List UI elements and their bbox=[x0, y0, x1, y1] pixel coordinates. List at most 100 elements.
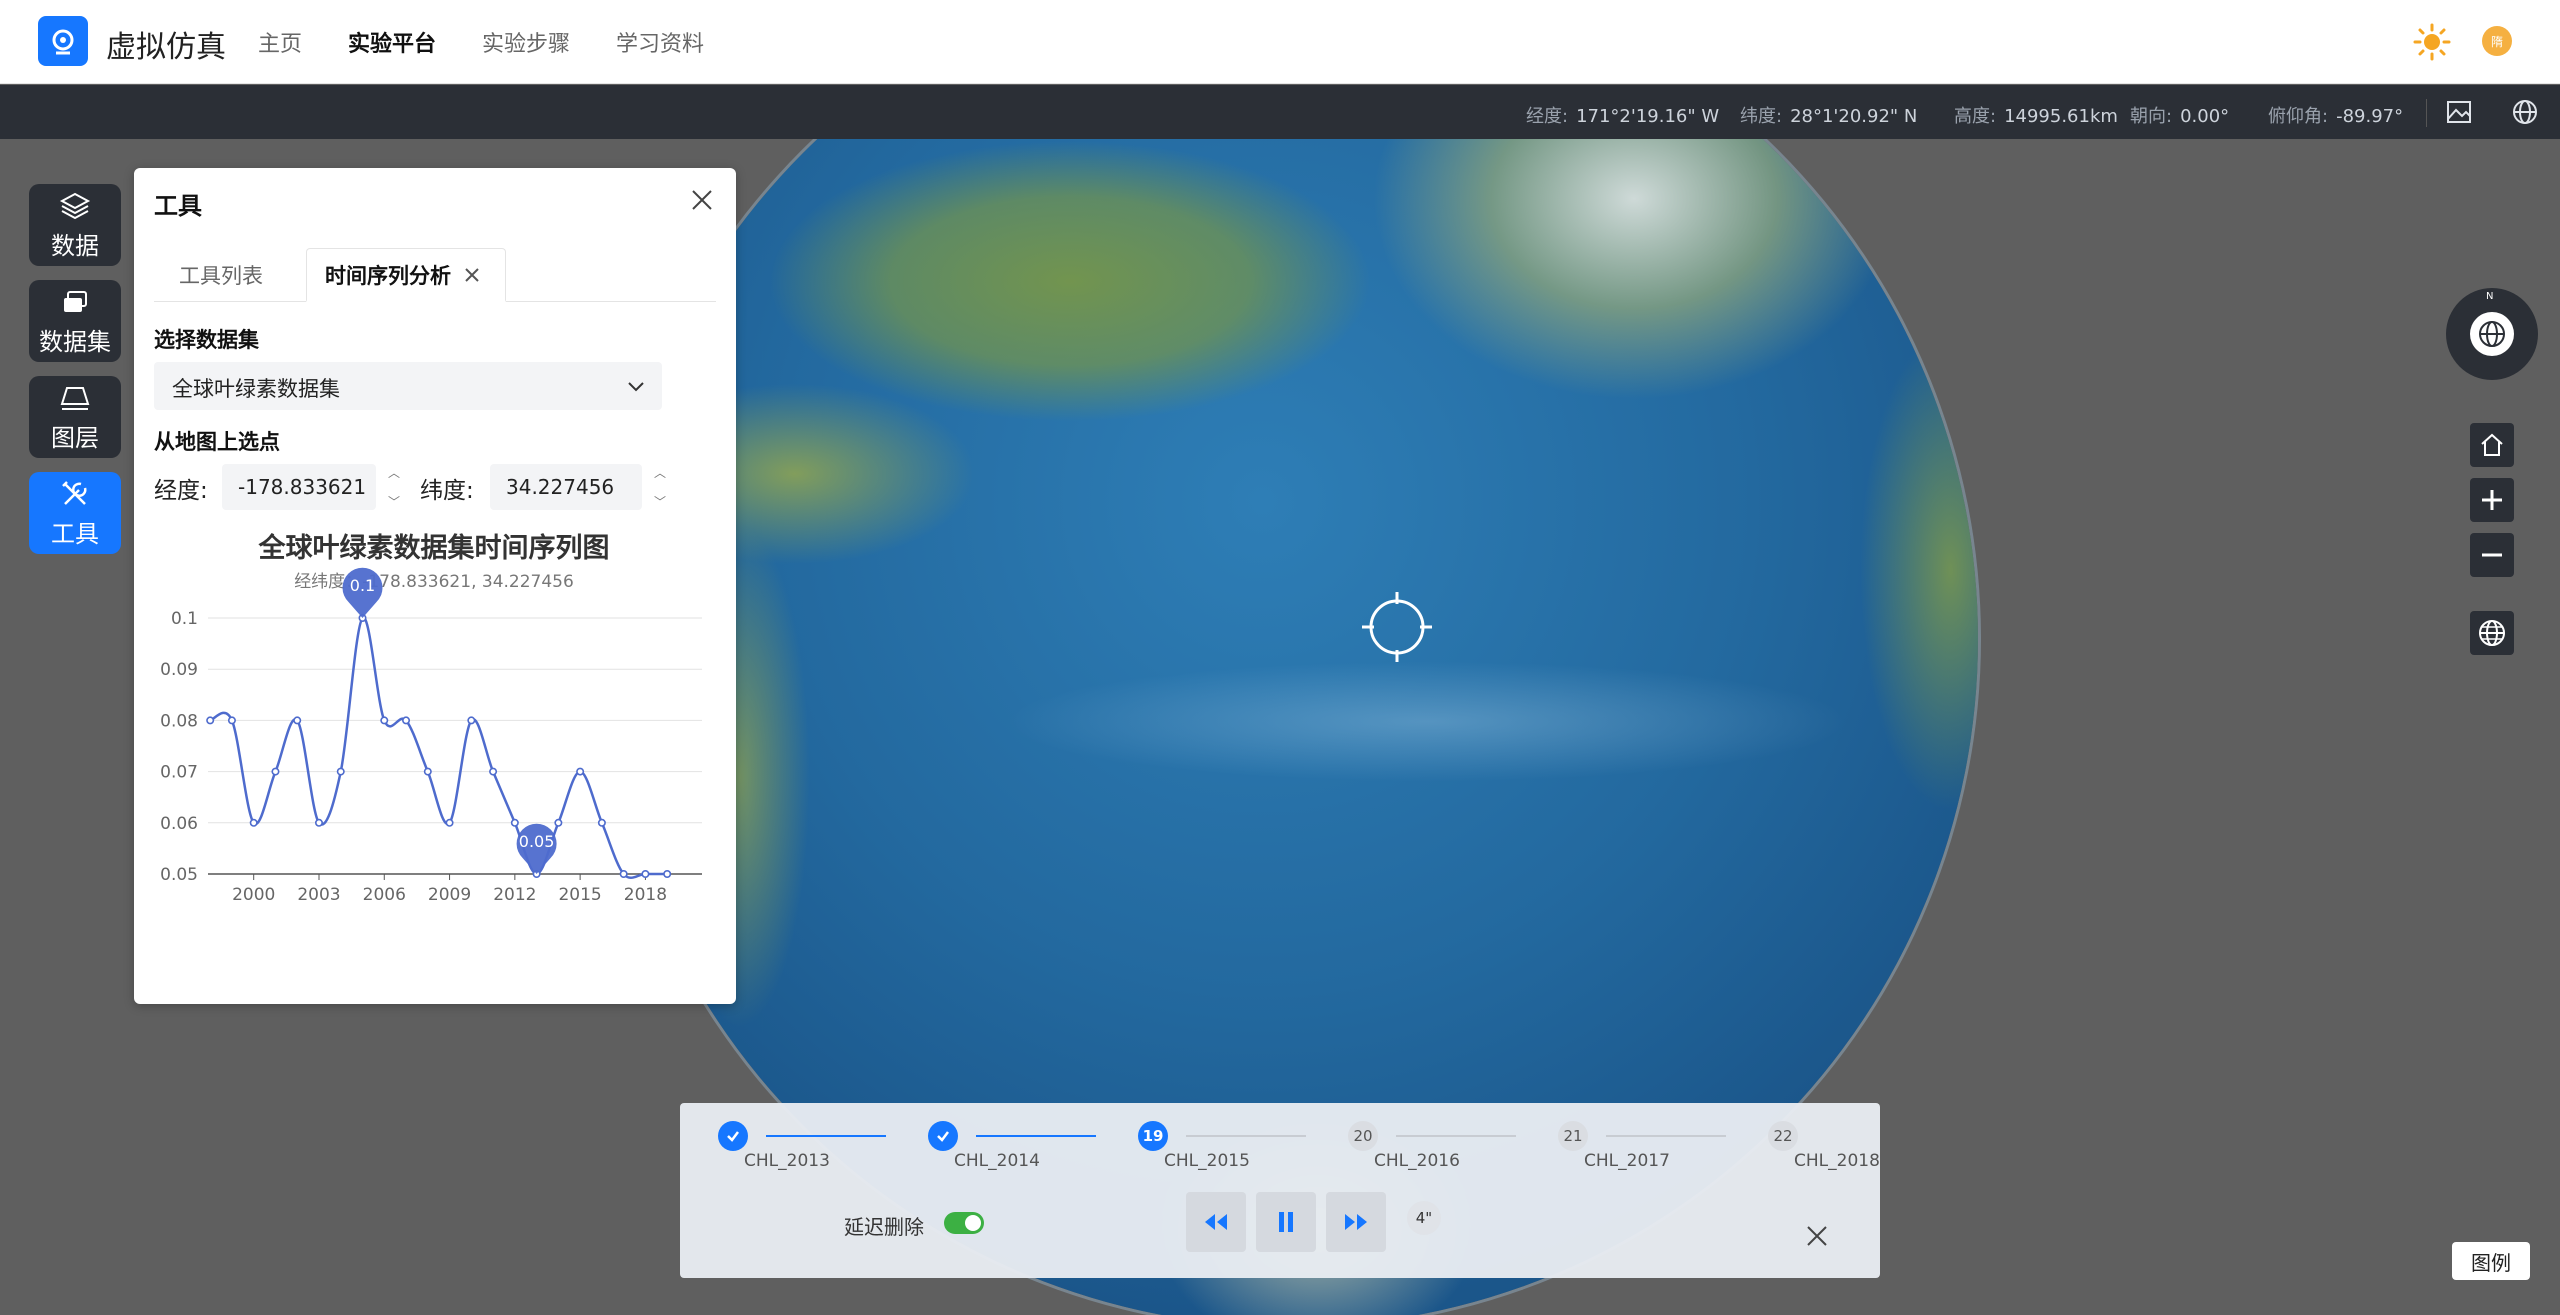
dataset-cards-icon bbox=[64, 290, 87, 312]
status-heading: 朝向: 0.00° bbox=[2130, 106, 2230, 127]
chart-subtitle: 经纬度：-178.833621, 34.227456 bbox=[294, 572, 574, 592]
series-line bbox=[209, 616, 668, 879]
timeline-connector bbox=[1396, 1135, 1516, 1137]
app-title: 虚拟仿真 bbox=[106, 30, 226, 65]
data-point bbox=[293, 716, 302, 725]
check-icon bbox=[727, 1131, 739, 1142]
timeline-steps: CHL_2013 CHL_2014 19 CHL_2015 20 CHL_2016 21 CH… bbox=[680, 1103, 1880, 1183]
nav-learning-materials[interactable]: 学习资料 bbox=[616, 26, 704, 58]
status-altitude: 高度: 14995.61km bbox=[1954, 106, 2118, 127]
timeline-step-indicator[interactable]: 20 bbox=[1348, 1121, 1378, 1151]
data-point bbox=[489, 767, 498, 776]
latitude-label: 纬度: bbox=[420, 478, 474, 504]
dock-layer-button[interactable]: 图层 bbox=[29, 376, 121, 458]
nav-experiment-steps[interactable]: 实验步骤 bbox=[482, 26, 570, 58]
data-point bbox=[227, 716, 236, 725]
legend-button[interactable]: 图例 bbox=[2452, 1242, 2530, 1280]
scene-mode-button[interactable] bbox=[2470, 611, 2514, 655]
zoom-in-button[interactable] bbox=[2470, 478, 2514, 522]
home-view-button[interactable] bbox=[2470, 423, 2514, 467]
zoom-out-button[interactable] bbox=[2470, 533, 2514, 577]
x-tick-label: 2009 bbox=[428, 885, 471, 905]
rewind-icon bbox=[1205, 1214, 1227, 1230]
compass-widget[interactable]: N bbox=[2446, 288, 2538, 380]
timeline-connector bbox=[1186, 1135, 1306, 1137]
tab-tool-list[interactable]: 工具列表 bbox=[154, 248, 288, 302]
min-marker: 0.05 bbox=[516, 823, 557, 874]
pause-button[interactable] bbox=[1256, 1192, 1316, 1252]
dock-data-label: 数据 bbox=[51, 231, 99, 260]
check-icon bbox=[937, 1131, 949, 1142]
dataset-select-value: 全球叶绿素数据集 bbox=[172, 377, 340, 401]
stepper-down-icon[interactable]: ﹀ bbox=[654, 493, 666, 510]
timeline-step-label: CHL_2018 bbox=[1794, 1151, 1880, 1171]
y-tick-label: 0.08 bbox=[160, 711, 198, 731]
longitude-stepper[interactable]: ︿ ﹀ bbox=[384, 464, 404, 510]
data-point bbox=[314, 818, 323, 827]
timeline-step-label: CHL_2017 bbox=[1584, 1151, 1670, 1171]
home-icon bbox=[2481, 433, 2503, 456]
globe-projection-icon[interactable] bbox=[2510, 97, 2540, 127]
app-logo-icon[interactable] bbox=[38, 16, 88, 66]
dock-data-button[interactable]: 数据 bbox=[29, 184, 121, 266]
timeline-step-label: CHL_2013 bbox=[744, 1151, 830, 1171]
user-avatar[interactable]: 隋 bbox=[2482, 26, 2512, 56]
timeline-step-indicator[interactable] bbox=[718, 1121, 748, 1151]
time-series-chart[interactable]: 全球叶绿素数据集时间序列图 经纬度：-178.833621, 34.227456… bbox=[154, 528, 714, 968]
data-point bbox=[402, 716, 411, 725]
layer-plane-icon bbox=[60, 386, 90, 410]
data-point bbox=[271, 767, 280, 776]
chevron-down-icon bbox=[628, 382, 644, 392]
delay-delete-label: 延迟删除 bbox=[844, 1215, 924, 1239]
timeline-step-label: CHL_2016 bbox=[1374, 1151, 1460, 1171]
timeline-step-indicator[interactable]: 21 bbox=[1558, 1121, 1588, 1151]
compass-globe-icon[interactable] bbox=[2470, 312, 2514, 356]
select-dataset-label: 选择数据集 bbox=[154, 328, 259, 352]
panel-close-icon[interactable] bbox=[688, 186, 716, 214]
delay-delete-toggle[interactable] bbox=[944, 1212, 984, 1234]
dataset-select[interactable]: 全球叶绿素数据集 bbox=[154, 362, 662, 410]
image-layer-icon[interactable] bbox=[2444, 97, 2474, 127]
min-marker-label: 0.05 bbox=[519, 832, 555, 851]
data-point bbox=[554, 818, 563, 827]
stepper-up-icon[interactable]: ︿ bbox=[388, 464, 400, 481]
dock-dataset-button[interactable]: 数据集 bbox=[29, 280, 121, 362]
panel-tabs: 工具列表 时间序列分析 bbox=[154, 248, 716, 302]
longitude-input[interactable]: -178.833621 bbox=[222, 464, 376, 510]
max-marker: 0.1 bbox=[342, 567, 383, 618]
x-tick-label: 2015 bbox=[558, 885, 601, 905]
nav-home[interactable]: 主页 bbox=[258, 26, 302, 58]
timeline-step-indicator[interactable]: 22 bbox=[1768, 1121, 1798, 1151]
data-point bbox=[576, 767, 585, 776]
timeline-close-icon[interactable] bbox=[1802, 1221, 1832, 1251]
data-point bbox=[336, 767, 345, 776]
tab-close-icon[interactable] bbox=[463, 266, 481, 284]
theme-sun-icon[interactable] bbox=[2412, 22, 2452, 62]
dock-tools-label: 工具 bbox=[51, 519, 99, 548]
fast-forward-button[interactable] bbox=[1326, 1192, 1386, 1252]
data-point bbox=[380, 716, 389, 725]
dock-tools-button[interactable]: 工具 bbox=[29, 472, 121, 554]
timeline-step-indicator[interactable]: 19 bbox=[1138, 1121, 1168, 1151]
timeline-step-indicator[interactable] bbox=[928, 1121, 958, 1151]
x-tick-label: 2012 bbox=[493, 885, 536, 905]
tools-wrench-icon bbox=[62, 480, 87, 505]
latitude-input[interactable]: 34.227456 bbox=[490, 464, 642, 510]
dock-dataset-label: 数据集 bbox=[39, 327, 111, 356]
fast-forward-icon bbox=[1345, 1214, 1367, 1230]
y-tick-label: 0.07 bbox=[160, 763, 198, 783]
playback-speed[interactable]: 4" bbox=[1407, 1201, 1441, 1235]
data-point bbox=[663, 869, 672, 878]
chart-title: 全球叶绿素数据集时间序列图 bbox=[258, 532, 610, 564]
tab-time-series[interactable]: 时间序列分析 bbox=[306, 248, 506, 302]
latitude-stepper[interactable]: ︿ ﹀ bbox=[650, 464, 670, 510]
pick-point-label: 从地图上选点 bbox=[154, 430, 280, 454]
stepper-down-icon[interactable]: ﹀ bbox=[388, 493, 400, 510]
tab-time-series-label: 时间序列分析 bbox=[325, 263, 451, 288]
map-status-bar: 经度: 171°2'19.16" W 纬度: 28°1'20.92" N 高度: 14… bbox=[0, 85, 2560, 139]
stepper-up-icon[interactable]: ︿ bbox=[654, 464, 666, 481]
status-longitude: 经度: 171°2'19.16" W bbox=[1526, 106, 1720, 127]
rewind-button[interactable] bbox=[1186, 1192, 1246, 1252]
x-tick-label: 2018 bbox=[624, 885, 667, 905]
nav-experiment-platform[interactable]: 实验平台 bbox=[348, 26, 436, 58]
